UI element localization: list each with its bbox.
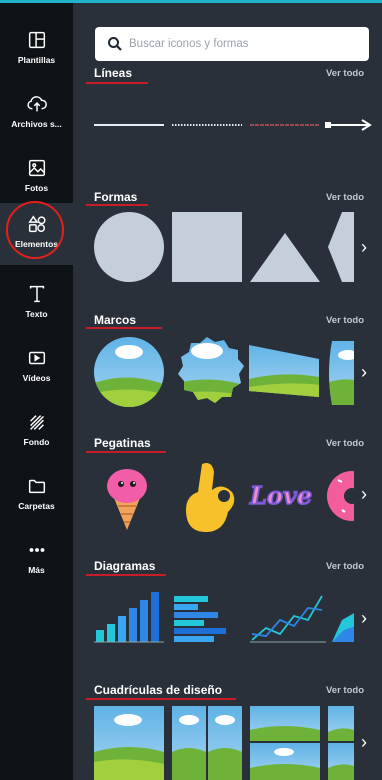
horizontal-bar-chart-thumb[interactable]: [174, 596, 226, 642]
sidebar-item-texto[interactable]: Texto: [0, 273, 73, 335]
see-all-formas[interactable]: Ver todo: [326, 192, 364, 203]
title-underline: [86, 574, 166, 576]
search-input[interactable]: [129, 27, 363, 61]
circle-shape[interactable]: [94, 212, 164, 282]
section-title-diagramas: Diagramas: [94, 559, 156, 573]
sidebar-item-label: Archivos s...: [11, 119, 62, 129]
square-shape[interactable]: [172, 212, 242, 282]
sidebar-item-mas[interactable]: Más: [0, 529, 73, 591]
sidebar-item-plantillas[interactable]: Plantillas: [0, 19, 73, 81]
frame-curved[interactable]: [326, 339, 354, 409]
shapes-row: [94, 212, 354, 282]
grid-single[interactable]: [94, 706, 164, 780]
section-title-lineas: Líneas: [94, 66, 133, 80]
highlight-circle: [6, 201, 64, 259]
see-all-cuadriculas[interactable]: Ver todo: [326, 685, 364, 696]
see-all-diagramas[interactable]: Ver todo: [326, 561, 364, 572]
next-arrow-marcos[interactable]: ›: [355, 354, 373, 390]
line-arrow[interactable]: [325, 119, 372, 131]
sidebar-item-videos[interactable]: Vídeos: [0, 337, 73, 399]
section-title-marcos: Marcos: [94, 313, 137, 327]
frame-perspective[interactable]: [249, 343, 321, 399]
love-sticker[interactable]: Love: [248, 480, 313, 511]
text-icon: [29, 285, 44, 303]
grids-row: [94, 706, 354, 780]
next-arrow-diagramas[interactable]: ›: [355, 600, 373, 636]
see-all-lineas[interactable]: Ver todo: [326, 68, 364, 79]
more-icon: [29, 548, 44, 552]
grid-two-rows[interactable]: [250, 706, 320, 780]
sidebar-item-label: Fotos: [24, 183, 49, 193]
sidebar: Plantillas Archivos s... Fotos Elementos…: [0, 3, 73, 780]
grid-two-columns[interactable]: [172, 706, 242, 780]
donut-sticker[interactable]: [327, 471, 354, 521]
sidebar-item-archivos[interactable]: Archivos s...: [0, 83, 73, 145]
ice-cream-sticker[interactable]: [107, 469, 147, 530]
svg-text:Love: Love: [249, 481, 312, 510]
title-underline: [86, 327, 162, 329]
sidebar-item-label: Carpetas: [18, 501, 55, 511]
section-title-formas: Formas: [94, 190, 138, 204]
line-chart-thumb[interactable]: [250, 595, 326, 643]
title-underline: [86, 451, 166, 453]
sidebar-item-carpetas[interactable]: Carpetas: [0, 465, 73, 527]
editor-panel: Plantillas Archivos s... Fotos Elementos…: [0, 0, 382, 780]
sidebar-item-label: Plantillas: [17, 55, 56, 65]
see-all-marcos[interactable]: Ver todo: [326, 315, 364, 326]
title-underline: [86, 82, 148, 84]
frames-row: [94, 335, 354, 411]
video-icon: [28, 351, 45, 365]
grid-partial[interactable]: [328, 706, 354, 780]
section-title-cuadriculas: Cuadrículas de diseño: [94, 683, 223, 697]
triangle-shape[interactable]: [250, 233, 320, 282]
lines-row: [94, 119, 372, 131]
next-arrow-pegatinas[interactable]: ›: [355, 476, 373, 512]
sidebar-item-label: Vídeos: [22, 373, 51, 383]
stickers-row: Love: [107, 463, 354, 532]
ok-hand-sticker[interactable]: [186, 463, 235, 532]
frame-badge[interactable]: [170, 335, 250, 411]
diagrams-row: [94, 592, 354, 643]
search-icon: [108, 37, 122, 51]
frame-circle[interactable]: [94, 335, 166, 411]
folder-icon: [28, 479, 45, 494]
next-arrow-formas[interactable]: ›: [355, 229, 373, 265]
sidebar-item-fotos[interactable]: Fotos: [0, 147, 73, 209]
title-underline: [86, 698, 236, 700]
upload-cloud-icon: [26, 96, 47, 112]
photo-icon: [28, 159, 45, 177]
sidebar-item-fondo[interactable]: Fondo: [0, 401, 73, 463]
title-underline: [86, 204, 148, 206]
section-title-pegatinas: Pegatinas: [94, 436, 151, 450]
area-chart-thumb[interactable]: [332, 612, 354, 642]
sidebar-item-label: Texto: [25, 309, 48, 319]
hexagon-shape[interactable]: [328, 212, 354, 282]
sidebar-item-label: Fondo: [23, 437, 50, 447]
bar-chart-thumb[interactable]: [94, 592, 164, 643]
next-arrow-cuadriculas[interactable]: ›: [355, 724, 373, 760]
background-icon: [29, 415, 44, 430]
sidebar-item-label: Más: [28, 565, 45, 575]
templates-icon: [28, 31, 45, 49]
see-all-pegatinas[interactable]: Ver todo: [326, 438, 364, 449]
search-box[interactable]: [95, 27, 369, 61]
